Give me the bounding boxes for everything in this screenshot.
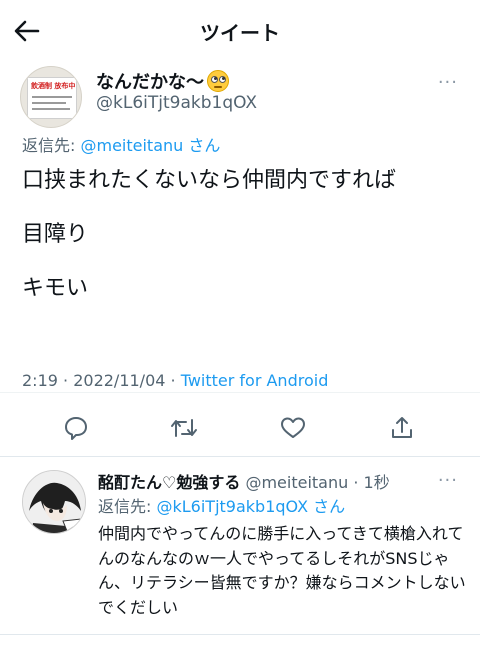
avatar[interactable] bbox=[22, 470, 86, 534]
divider bbox=[0, 456, 480, 457]
reply-author-name[interactable]: 酩酊たん♡勉強する bbox=[98, 473, 240, 492]
like-icon bbox=[281, 417, 305, 438]
tweet-text-line: キモい bbox=[22, 276, 89, 301]
share-icon bbox=[392, 417, 412, 438]
reply-to-prefix: 返信先: bbox=[98, 497, 157, 516]
tweet-meta: 2:19 · 2022/11/04 · Twitter for Android bbox=[22, 371, 328, 390]
retweet-icon bbox=[171, 419, 197, 437]
author-handle[interactable]: @kL6iTjt9akb1qOX bbox=[96, 93, 257, 113]
meta-separator: · bbox=[57, 371, 74, 390]
reply-button[interactable] bbox=[60, 412, 92, 444]
tweet-time: 2:19 bbox=[22, 371, 58, 390]
reply-icon bbox=[65, 417, 87, 440]
meta-separator: · bbox=[165, 371, 181, 390]
avatar-poster-text: 飲酒制 放布中 bbox=[31, 82, 76, 90]
avatar-poster-image: 飲酒制 放布中 bbox=[27, 77, 77, 119]
tweet-actions bbox=[0, 404, 480, 454]
more-dots-icon: ··· bbox=[437, 72, 458, 93]
share-button[interactable] bbox=[386, 412, 418, 444]
more-options-button[interactable]: ··· bbox=[438, 72, 458, 93]
divider bbox=[0, 634, 480, 635]
rolling-eyes-emoji-icon bbox=[207, 70, 229, 92]
divider bbox=[0, 392, 480, 393]
reply-to-suffix: さん bbox=[183, 136, 221, 155]
tweet-source-link[interactable]: Twitter for Android bbox=[181, 371, 329, 390]
reply-header: 酩酊たん♡勉強する @meiteitanu · 1秒 bbox=[98, 469, 390, 493]
reply-more-options-button[interactable]: ··· bbox=[438, 470, 458, 491]
top-bar: ツイート bbox=[0, 0, 480, 58]
avatar[interactable]: 飲酒制 放布中 bbox=[20, 66, 82, 128]
tweet-text-line: 口挟まれたくないなら仲間内ですれば bbox=[22, 168, 397, 193]
reply-to-line: 返信先: @kL6iTjt9akb1qOX さん bbox=[98, 493, 345, 517]
reply-text: 仲間内でやってんのに勝手に入ってきて横槍入れてんのなんなのｗ一人でやってるしそれ… bbox=[98, 524, 466, 617]
reply-to-handle-link[interactable]: @meiteitanu bbox=[80, 136, 183, 155]
author-name-text: なんだかな〜 bbox=[96, 72, 204, 93]
meta-separator: · bbox=[348, 473, 364, 492]
reply-author-handle[interactable]: @meiteitanu bbox=[245, 473, 348, 492]
avatar-illustration bbox=[23, 471, 85, 533]
retweet-button[interactable] bbox=[168, 412, 200, 444]
tweet-text: 口挟まれたくないなら仲間内ですれば 目障り キモい bbox=[22, 162, 462, 324]
tweet-text-line: 目障り bbox=[22, 222, 89, 247]
reply-to-handle-link[interactable]: @kL6iTjt9akb1qOX bbox=[156, 497, 308, 516]
tweet-date: 2022/11/04 bbox=[73, 371, 166, 390]
author-display-name[interactable]: なんだかな〜 bbox=[96, 68, 229, 94]
reply-to-suffix: さん bbox=[308, 497, 346, 516]
page-title: ツイート bbox=[200, 21, 280, 45]
reply-to-prefix: 返信先: bbox=[22, 136, 81, 155]
reply-to-line: 返信先: @meiteitanu さん bbox=[22, 132, 220, 156]
reply-time: 1秒 bbox=[363, 473, 390, 492]
like-button[interactable] bbox=[277, 412, 309, 444]
more-dots-icon: ··· bbox=[437, 470, 458, 491]
